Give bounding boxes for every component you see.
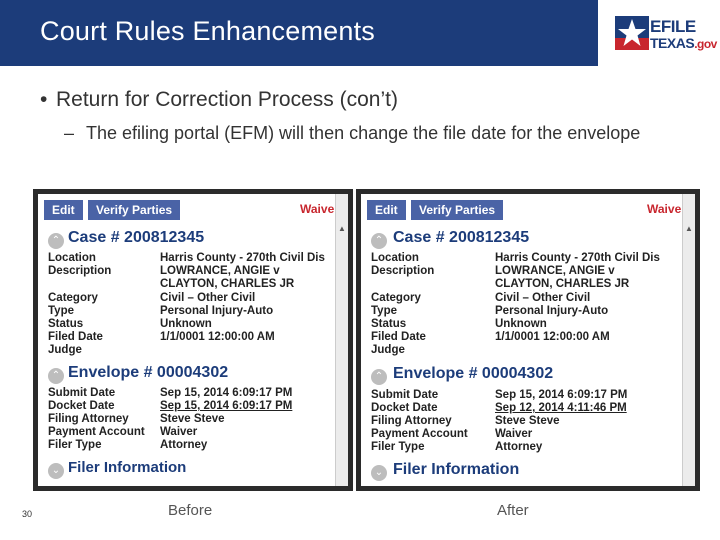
scrollbar[interactable]: ▲ bbox=[682, 194, 695, 486]
chevron-up-icon[interactable]: ⌃ bbox=[371, 233, 387, 249]
slide-number: 30 bbox=[22, 509, 33, 519]
case-title: Case # 200812345 bbox=[393, 229, 530, 246]
bullet-level1: • Return for Correction Process (con’t) bbox=[40, 88, 398, 111]
waiver-label[interactable]: Waiver bbox=[300, 202, 339, 216]
case-title: Case # 200812345 bbox=[68, 229, 205, 246]
scroll-up-icon[interactable]: ▲ bbox=[338, 224, 346, 233]
bullet-dash: – bbox=[64, 123, 75, 143]
chevron-up-icon[interactable]: ⌃ bbox=[48, 368, 64, 384]
chevron-up-icon[interactable]: ⌃ bbox=[371, 369, 387, 385]
filer-info-title: Filer Information bbox=[68, 459, 187, 476]
star-icon bbox=[615, 16, 649, 50]
toolbar: Edit Verify Parties Waiver bbox=[361, 194, 686, 222]
logo-suffix: .gov bbox=[694, 37, 717, 51]
toolbar: Edit Verify Parties Waiver bbox=[38, 194, 339, 222]
verify-parties-button[interactable]: Verify Parties bbox=[411, 200, 504, 220]
edit-button[interactable]: Edit bbox=[44, 200, 83, 220]
envelope-title: Envelope # 00004302 bbox=[393, 365, 554, 382]
bullet-dot: • bbox=[40, 88, 48, 111]
filer-info-title: Filer Information bbox=[393, 461, 520, 478]
chevron-up-icon[interactable]: ⌃ bbox=[48, 233, 64, 249]
logo-text-top: EFILE bbox=[650, 17, 696, 36]
waiver-label[interactable]: Waiver bbox=[647, 202, 686, 216]
after-screenshot: Edit Verify Parties Waiver ▲ ⌃ Case # 20… bbox=[356, 189, 700, 491]
bullet-level2: – The efiling portal (EFM) will then chan… bbox=[64, 120, 666, 146]
chevron-down-icon[interactable]: ⌄ bbox=[48, 463, 64, 479]
envelope-title: Envelope # 00004302 bbox=[68, 364, 229, 381]
before-screenshot: Edit Verify Parties Waiver ▲ ⌃ Case # 20… bbox=[33, 189, 353, 491]
edit-button[interactable]: Edit bbox=[367, 200, 406, 220]
scrollbar[interactable]: ▲ bbox=[335, 194, 348, 486]
logo-text-bottom: TEXAS.gov bbox=[650, 35, 717, 51]
verify-parties-button[interactable]: Verify Parties bbox=[88, 200, 181, 220]
after-caption: After bbox=[497, 502, 529, 519]
chevron-down-icon[interactable]: ⌄ bbox=[371, 465, 387, 481]
slide-title: Court Rules Enhancements bbox=[40, 16, 375, 46]
before-caption: Before bbox=[168, 502, 213, 519]
scroll-up-icon[interactable]: ▲ bbox=[685, 224, 693, 233]
